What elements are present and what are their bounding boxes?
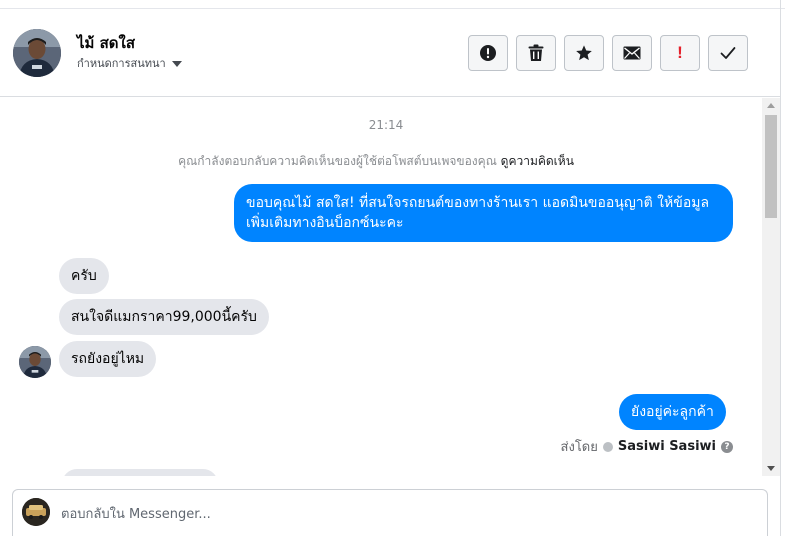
alert-circle-icon [480,45,496,61]
trash-icon [528,44,544,61]
avatar-photo-icon [19,346,51,378]
mark-spam-button[interactable] [468,35,508,71]
panel-edge [780,0,781,536]
scroll-up-arrow-icon[interactable] [767,103,775,108]
thread-scrollbar[interactable] [762,98,780,476]
mark-done-button[interactable] [708,35,748,71]
message-bubble-outgoing[interactable]: ขอบคุณไม้ สดใส! ที่สนใจรถยนต์ของทางร้านเ… [234,184,733,242]
page-avatar [22,498,50,526]
message-bubble-incoming[interactable]: สนใจดีแมกราคา99,000นี้ครับ [59,299,269,335]
message-thread: 21:14 คุณกำลังตอบกลับความคิดเห็นของผู้ใช… [0,98,762,476]
sent-by-name[interactable]: Sasiwi Sasiwi [618,439,716,454]
scrollbar-thumb[interactable] [765,115,777,218]
help-icon[interactable]: ? [721,440,733,453]
header-actions: ! [468,35,748,71]
message-timestamp: 21:14 [368,118,404,132]
follow-up-button[interactable]: ! [660,35,700,71]
view-comment-link[interactable]: ดูความคิดเห็น [501,154,574,168]
check-icon [720,47,736,59]
reply-input[interactable] [61,500,741,528]
message-bubble-incoming-partial[interactable] [62,469,218,476]
reply-composer [12,489,768,536]
message-bubble-incoming[interactable]: รถยังอยู่ไหม [59,341,157,377]
message-bubble-incoming[interactable]: ครับ [59,258,109,294]
sent-by-info: ส่งโดย Sasiwi Sasiwi ? [561,436,733,457]
inbox-conversation-panel: ไม้ สดใส กำหนดการสนทนา ! 21:14 คุณกำลังต… [0,0,785,536]
star-button[interactable] [564,35,604,71]
contact-avatar[interactable] [13,29,61,77]
exclamation-icon: ! [677,43,683,62]
message-bubble-outgoing[interactable]: ยังอยู่ค่ะลูกค้า [619,394,726,430]
assign-conversation-dropdown[interactable]: กำหนดการสนทนา [77,54,182,72]
caret-down-icon [171,60,182,67]
comment-reply-notice: คุณกำลังตอบกลับความคิดเห็นของผู้ใช้ต่อโพ… [0,152,752,171]
delete-button[interactable] [516,35,556,71]
page-logo-icon [22,498,50,526]
scroll-down-arrow-icon[interactable] [767,466,775,471]
star-icon [576,45,592,61]
envelope-icon [623,46,641,60]
sender-avatar[interactable] [19,346,51,378]
mark-unread-button[interactable] [612,35,652,71]
avatar-photo-icon [13,29,61,77]
conversation-header: ไม้ สดใส กำหนดการสนทนา ! [0,9,780,97]
sent-by-label: ส่งโดย [560,440,598,455]
notice-text: คุณกำลังตอบกลับความคิดเห็นของผู้ใช้ต่อโพ… [178,154,497,168]
contact-name[interactable]: ไม้ สดใส [77,31,135,55]
assign-conversation-label: กำหนดการสนทนา [77,57,166,70]
admin-badge-icon [602,441,613,452]
